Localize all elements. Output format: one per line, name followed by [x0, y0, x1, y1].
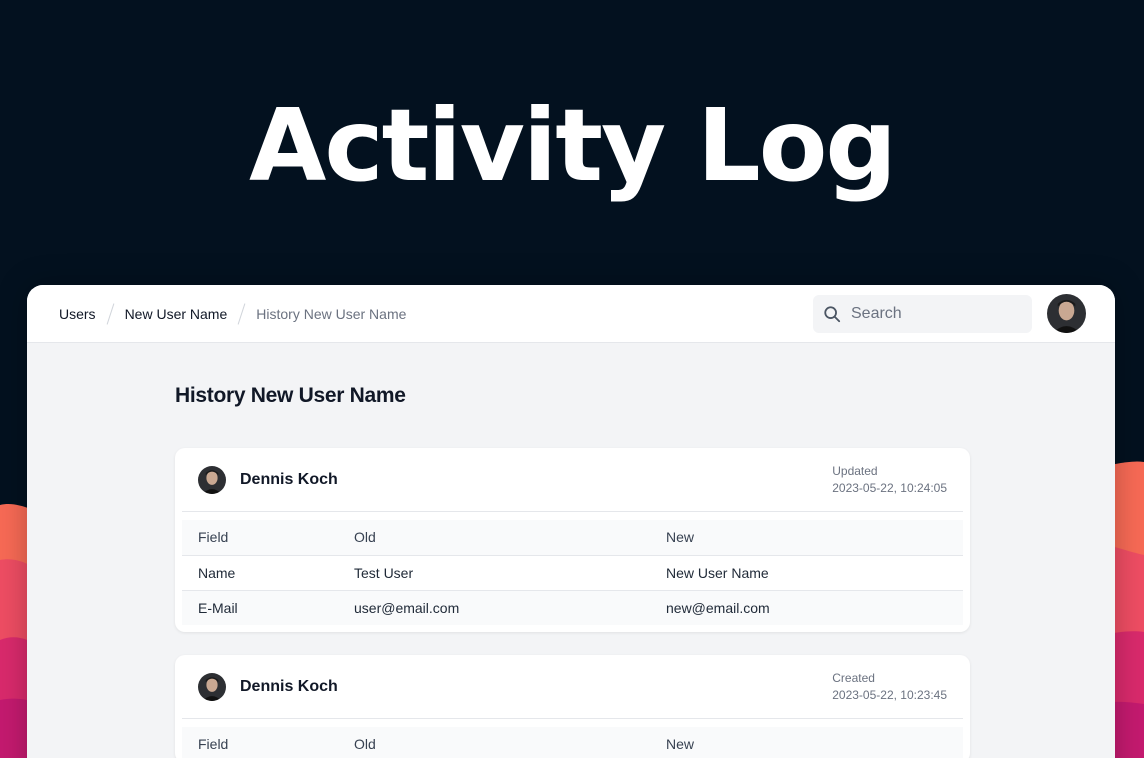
entry-action: Created [832, 670, 875, 685]
cell-new: New User Name [650, 555, 963, 591]
entry-action: Updated [832, 463, 878, 478]
author-avatar [198, 465, 226, 494]
activity-entry: Dennis Koch Created 2023-05-22, 10:23:45… [175, 655, 970, 758]
entry-meta: Created 2023-05-22, 10:23:45 [832, 670, 947, 704]
cell-old: Test User [338, 555, 650, 591]
column-header-old: Old [338, 520, 650, 556]
entry-timestamp: 2023-05-22, 10:24:05 [832, 480, 947, 495]
cell-new: new@email.com [650, 590, 963, 625]
breadcrumb-current: History New User Name [256, 305, 407, 322]
author-avatar [198, 672, 226, 701]
main-content: History New User Name Dennis Koch Update… [175, 343, 970, 758]
column-header-new: New [650, 520, 963, 556]
activity-entry: Dennis Koch Updated 2023-05-22, 10:24:05… [175, 448, 970, 632]
breadcrumb-user[interactable]: New User Name [125, 306, 228, 322]
user-avatar[interactable] [1047, 294, 1086, 333]
cell-field: Name [182, 555, 338, 591]
column-header-old: Old [338, 727, 650, 758]
column-header-field: Field [182, 727, 338, 758]
hero-title: Activity Log [248, 87, 897, 204]
breadcrumb-separator [106, 302, 114, 325]
breadcrumb-users[interactable]: Users [59, 306, 96, 322]
app-window: Users New User Name History New User Nam… [27, 285, 1115, 758]
breadcrumb: Users New User Name History New User Nam… [59, 302, 407, 325]
column-header-new: New [650, 727, 963, 758]
topbar: Users New User Name History New User Nam… [27, 285, 1115, 343]
breadcrumb-separator [237, 302, 246, 325]
changes-table: Field Old New [182, 727, 963, 758]
table-row: E-Mail user@email.com new@email.com [182, 590, 963, 625]
search-icon [824, 305, 841, 322]
page-title: History New User Name [175, 384, 406, 407]
entry-timestamp: 2023-05-22, 10:23:45 [832, 687, 947, 702]
search-input[interactable] [851, 304, 1021, 323]
search-box[interactable] [813, 294, 1032, 333]
column-header-field: Field [182, 520, 338, 556]
entry-author: Dennis Koch [240, 470, 338, 488]
entry-header: Dennis Koch Created 2023-05-22, 10:23:45 [182, 655, 963, 719]
entry-meta: Updated 2023-05-22, 10:24:05 [832, 463, 947, 497]
changes-table: Field Old New Name Test User New User Na… [182, 520, 963, 625]
cell-field: E-Mail [182, 590, 338, 625]
entry-header: Dennis Koch Updated 2023-05-22, 10:24:05 [182, 448, 963, 512]
entry-author: Dennis Koch [240, 677, 338, 695]
table-row: Name Test User New User Name [182, 555, 963, 591]
cell-old: user@email.com [338, 590, 650, 625]
